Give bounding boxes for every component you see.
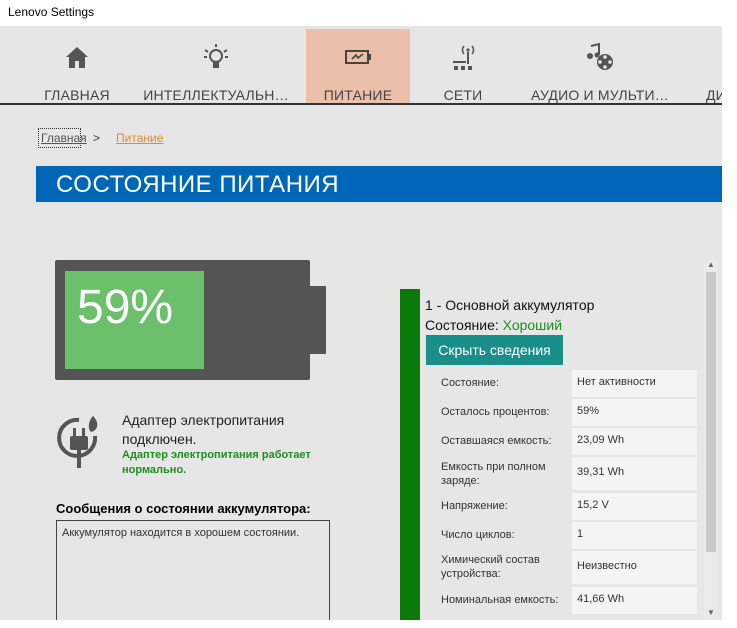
scroll-down-arrow-icon[interactable]: ▼ xyxy=(704,608,718,620)
battery-tip xyxy=(310,286,326,354)
detail-key: Емкость при полном заряде: xyxy=(441,461,546,487)
battery-state-value: Хороший xyxy=(502,317,563,333)
detail-value: 15,2 V xyxy=(572,493,697,520)
detail-key: Номинальная емкость: xyxy=(441,594,559,606)
detail-value: 59% xyxy=(572,399,697,426)
home-icon xyxy=(66,47,88,68)
nav-label: ИНТЕЛЛЕКТУАЛЬН… xyxy=(143,87,289,103)
nav-label: ГЛАВНАЯ xyxy=(44,87,110,103)
lightbulb-icon xyxy=(204,44,228,68)
details-scrollbar[interactable]: ▲ ▼ xyxy=(704,260,718,620)
nav-item-audio-media[interactable]: АУДИО И МУЛЬТИ… xyxy=(526,29,674,103)
nav-item-power[interactable]: ПИТАНИЕ xyxy=(306,29,410,103)
battery-percent: 59% xyxy=(77,281,174,334)
breadcrumb-home-link[interactable]: Главная xyxy=(38,128,87,148)
detail-key: Число циклов: xyxy=(441,529,515,541)
detail-value: Нет активности xyxy=(572,370,697,397)
nav-item-more[interactable]: ДИ xyxy=(702,29,722,103)
battery-state: Состояние: Хороший xyxy=(425,317,562,333)
nav-divider xyxy=(0,103,722,105)
media-icon xyxy=(587,42,613,70)
detail-key: Химический состав устройства: xyxy=(441,554,540,580)
window-title: Lenovo Settings xyxy=(0,0,725,26)
detail-key: Оставшаяся емкость: xyxy=(441,435,552,447)
network-icon xyxy=(453,45,475,70)
detail-value: 1 xyxy=(572,522,697,549)
detail-value: 41,66 Wh xyxy=(572,587,697,614)
nav-label: СЕТИ xyxy=(443,87,483,103)
adapter-connected-text: Адаптер электропитания подключен. xyxy=(122,412,285,447)
messages-heading: Сообщения о состоянии аккумулятора: xyxy=(56,501,311,516)
messages-box: Аккумулятор находится в хорошем состояни… xyxy=(56,520,330,620)
app-content: ГЛАВНАЯ ИНТЕЛЛЕКТУАЛЬН… ПИТАНИЕ СЕТИ АУД… xyxy=(0,26,722,620)
hide-details-button[interactable]: Скрыть сведения xyxy=(426,335,563,365)
nav-item-home[interactable]: ГЛАВНАЯ xyxy=(40,29,114,103)
battery-gauge: 59% xyxy=(55,260,326,380)
nav-label: АУДИО И МУЛЬТИ… xyxy=(531,87,669,103)
cropped-edge xyxy=(0,620,737,628)
nav-item-network[interactable]: СЕТИ xyxy=(424,29,502,103)
nav-item-smart[interactable]: ИНТЕЛЛЕКТУАЛЬН… xyxy=(143,29,289,103)
battery-name: 1 - Основной аккумулятор xyxy=(425,297,595,313)
breadcrumb-current-link[interactable]: Питание xyxy=(116,131,163,145)
battery-charging-icon xyxy=(345,50,371,64)
detail-value: 39,31 Wh xyxy=(572,457,697,490)
detail-key: Осталось процентов: xyxy=(441,406,550,418)
top-navigation: ГЛАВНАЯ ИНТЕЛЛЕКТУАЛЬН… ПИТАНИЕ СЕТИ АУД… xyxy=(0,26,722,105)
cropped-edge xyxy=(722,0,737,628)
breadcrumb-separator: > xyxy=(93,131,101,145)
adapter-status-text: Адаптер электропитания работает нормальн… xyxy=(122,449,311,476)
detail-value: Неизвестно xyxy=(572,551,697,584)
detail-value: 23,09 Wh xyxy=(572,428,697,455)
scroll-up-arrow-icon[interactable]: ▲ xyxy=(704,260,718,272)
section-title: СОСТОЯНИЕ ПИТАНИЯ xyxy=(36,166,722,202)
nav-label: ДИ xyxy=(706,87,722,103)
battery-status-strip xyxy=(400,289,420,620)
battery-state-label: Состояние: xyxy=(425,317,499,333)
detail-key: Состояние: xyxy=(441,377,499,389)
power-plug-icon xyxy=(57,416,98,468)
detail-key: Напряжение: xyxy=(441,500,508,512)
scroll-thumb[interactable] xyxy=(706,272,716,552)
nav-label: ПИТАНИЕ xyxy=(323,87,393,103)
